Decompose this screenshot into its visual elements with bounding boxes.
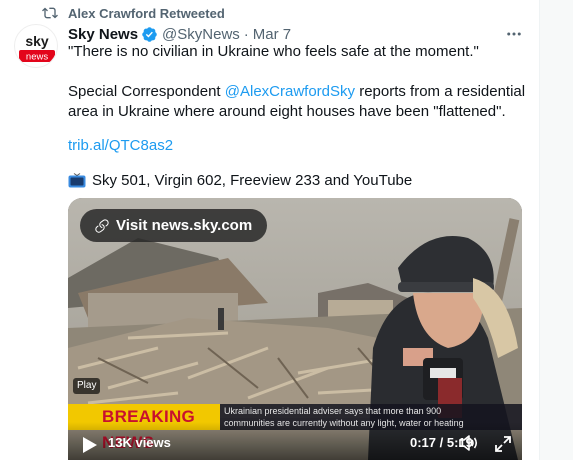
volume-icon[interactable] [459, 434, 479, 452]
tweet-date[interactable]: Mar 7 [253, 26, 291, 43]
link-icon [95, 218, 109, 233]
play-badge: Play [73, 378, 101, 394]
television-icon [68, 173, 86, 188]
user-handle[interactable]: @SkyNews [162, 26, 240, 43]
logo-news-text: news [26, 52, 48, 63]
video-player[interactable]: Visit news.sky.com Play BREAKING NEWS Uk… [68, 198, 522, 460]
ellipsis-icon [507, 32, 521, 36]
ticker-line-1: Ukrainian presidential adviser says that… [224, 406, 442, 416]
display-name[interactable]: Sky News [68, 26, 138, 43]
timeline-column: Alex Crawford Retweeted sky news Sky New… [0, 0, 539, 460]
separator-dot: · [243, 25, 249, 43]
retweet-label: Alex Crawford Retweeted [68, 5, 225, 21]
sky-news-logo: sky news [19, 33, 55, 63]
tweet-body: Special Correspondent @AlexCrawfordSky r… [68, 82, 530, 122]
visit-label: Visit news.sky.com [116, 217, 253, 234]
retweet-icon [42, 7, 58, 19]
logo-sky-text: sky [25, 33, 49, 49]
body-prefix: Special Correspondent [68, 83, 225, 100]
right-gutter [540, 0, 573, 460]
play-icon[interactable] [82, 436, 98, 454]
visit-website-button[interactable]: Visit news.sky.com [80, 209, 268, 242]
avatar[interactable]: sky news [14, 24, 58, 68]
verified-badge-icon [142, 26, 157, 42]
more-options-icon[interactable] [503, 24, 525, 44]
tweet-link[interactable]: trib.al/QTC8as2 [68, 137, 173, 154]
tweet-header: Sky News @SkyNews · Mar 7 [68, 24, 291, 44]
mention-link[interactable]: @AlexCrawfordSky [225, 83, 355, 100]
tweet-quote: "There is no civilian in Ukraine who fee… [68, 43, 479, 60]
channels-line: Sky 501, Virgin 602, Freeview 233 and Yo… [68, 171, 530, 191]
channels-text: Sky 501, Virgin 602, Freeview 233 and Yo… [92, 172, 413, 189]
video-controls: 13K views 0:17 / 5:19 [68, 422, 522, 460]
fullscreen-icon[interactable] [494, 435, 512, 453]
retweet-context[interactable]: Alex Crawford Retweeted [42, 5, 225, 21]
tweet-link-line: trib.al/QTC8as2 [68, 136, 530, 156]
view-count: 13K views [108, 435, 171, 450]
